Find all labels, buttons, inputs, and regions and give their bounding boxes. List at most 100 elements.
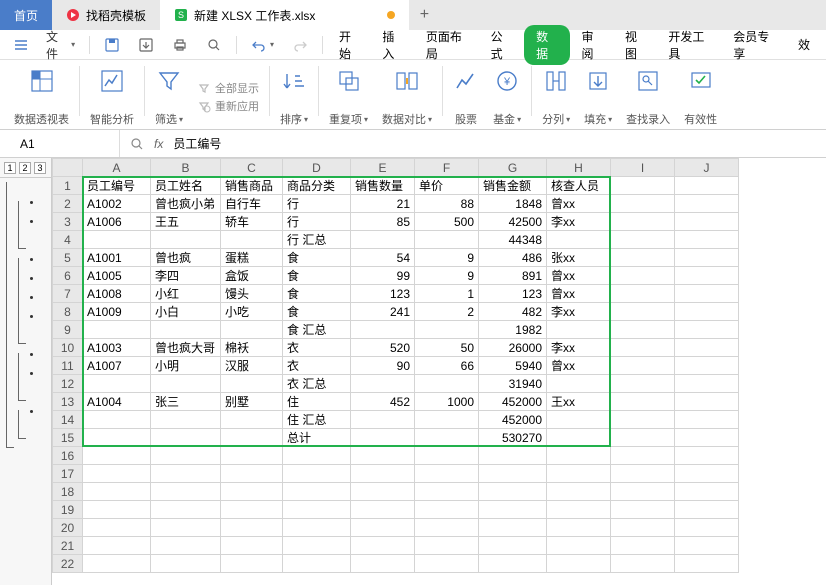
duplicates-button[interactable]: 重复项▾ [323,66,374,127]
cell-F7[interactable]: 1 [415,285,479,303]
cell-H15[interactable] [547,429,611,447]
cell-D9[interactable]: 食 汇总 [283,321,351,339]
col-header-E[interactable]: E [351,159,415,177]
cell-J4[interactable] [675,231,739,249]
cell-I6[interactable] [611,267,675,285]
cell-J7[interactable] [675,285,739,303]
print-button[interactable] [164,34,196,56]
row-header-10[interactable]: 10 [53,339,83,357]
save-button[interactable] [96,34,128,56]
cell-I20[interactable] [611,519,675,537]
cell-A14[interactable] [83,411,151,429]
cell-B7[interactable]: 小红 [151,285,221,303]
cell-B15[interactable] [151,429,221,447]
menu-开发工具[interactable]: 开发工具 [658,24,721,66]
cell-C10[interactable]: 棉袄 [221,339,283,357]
cell-B17[interactable] [151,465,221,483]
file-menu[interactable]: 文件▾ [38,25,83,65]
cell-C13[interactable]: 别墅 [221,393,283,411]
smart-analysis-button[interactable]: 智能分析 [84,66,140,127]
cell-A13[interactable]: A1004 [83,393,151,411]
cell-E7[interactable]: 123 [351,285,415,303]
menu-页面布局[interactable]: 页面布局 [416,24,479,66]
menu-效[interactable]: 效 [788,32,820,57]
menu-会员专享[interactable]: 会员专享 [723,24,786,66]
cell-D16[interactable] [283,447,351,465]
cell-H20[interactable] [547,519,611,537]
fx-icon[interactable]: fx [154,137,163,151]
outline-dot[interactable] [30,353,35,356]
spreadsheet-grid[interactable]: ABCDEFGHIJ1员工编号员工姓名销售商品商品分类销售数量单价销售金额核查人… [52,158,739,573]
outline-dot[interactable] [30,315,35,318]
cell-E4[interactable] [351,231,415,249]
cell-H5[interactable]: 张xx [547,249,611,267]
cell-G15[interactable]: 530270 [479,429,547,447]
cell-G2[interactable]: 1848 [479,195,547,213]
row-header-6[interactable]: 6 [53,267,83,285]
row-header-16[interactable]: 16 [53,447,83,465]
cell-C5[interactable]: 蛋糕 [221,249,283,267]
preview-button[interactable] [198,34,230,56]
cell-C16[interactable] [221,447,283,465]
cell-H11[interactable]: 曾xx [547,357,611,375]
formula-value[interactable]: 员工编号 [173,135,221,152]
cell-A19[interactable] [83,501,151,519]
cell-I10[interactable] [611,339,675,357]
cell-D22[interactable] [283,555,351,573]
cell-D1[interactable]: 商品分类 [283,177,351,195]
cell-F8[interactable]: 2 [415,303,479,321]
cell-B13[interactable]: 张三 [151,393,221,411]
cell-C9[interactable] [221,321,283,339]
cell-F3[interactable]: 500 [415,213,479,231]
cell-C1[interactable]: 销售商品 [221,177,283,195]
cell-C15[interactable] [221,429,283,447]
menu-插入[interactable]: 插入 [372,24,413,66]
cell-D15[interactable]: 总计 [283,429,351,447]
cell-I18[interactable] [611,483,675,501]
cell-H16[interactable] [547,447,611,465]
cell-A20[interactable] [83,519,151,537]
col-header-B[interactable]: B [151,159,221,177]
menu-数据[interactable]: 数据 [524,25,569,65]
row-header-18[interactable]: 18 [53,483,83,501]
cell-H2[interactable]: 曾xx [547,195,611,213]
cell-C14[interactable] [221,411,283,429]
row-header-20[interactable]: 20 [53,519,83,537]
row-header-17[interactable]: 17 [53,465,83,483]
cell-A21[interactable] [83,537,151,555]
cell-A8[interactable]: A1009 [83,303,151,321]
cell-G6[interactable]: 891 [479,267,547,285]
cell-F14[interactable] [415,411,479,429]
cell-I13[interactable] [611,393,675,411]
fund-button[interactable]: ¥ 基金▾ [487,66,527,127]
cell-E3[interactable]: 85 [351,213,415,231]
cell-E15[interactable] [351,429,415,447]
cell-D2[interactable]: 行 [283,195,351,213]
cell-F22[interactable] [415,555,479,573]
cell-D13[interactable]: 住 [283,393,351,411]
outline-dot[interactable] [30,277,35,280]
col-header-A[interactable]: A [83,159,151,177]
cell-J9[interactable] [675,321,739,339]
cell-G19[interactable] [479,501,547,519]
cell-D19[interactable] [283,501,351,519]
cell-A9[interactable] [83,321,151,339]
cell-J17[interactable] [675,465,739,483]
outline-level-2[interactable]: 2 [19,162,31,174]
cell-I2[interactable] [611,195,675,213]
cell-H18[interactable] [547,483,611,501]
redo-button[interactable] [284,34,316,56]
cell-F16[interactable] [415,447,479,465]
cell-C8[interactable]: 小吃 [221,303,283,321]
cell-B11[interactable]: 小明 [151,357,221,375]
cell-H6[interactable]: 曾xx [547,267,611,285]
outline-level-3[interactable]: 3 [34,162,46,174]
row-header-3[interactable]: 3 [53,213,83,231]
cell-C20[interactable] [221,519,283,537]
cell-J3[interactable] [675,213,739,231]
cell-F9[interactable] [415,321,479,339]
cell-G20[interactable] [479,519,547,537]
col-header-H[interactable]: H [547,159,611,177]
reapply-button[interactable]: 重新应用 [197,98,259,114]
col-header-I[interactable]: I [611,159,675,177]
